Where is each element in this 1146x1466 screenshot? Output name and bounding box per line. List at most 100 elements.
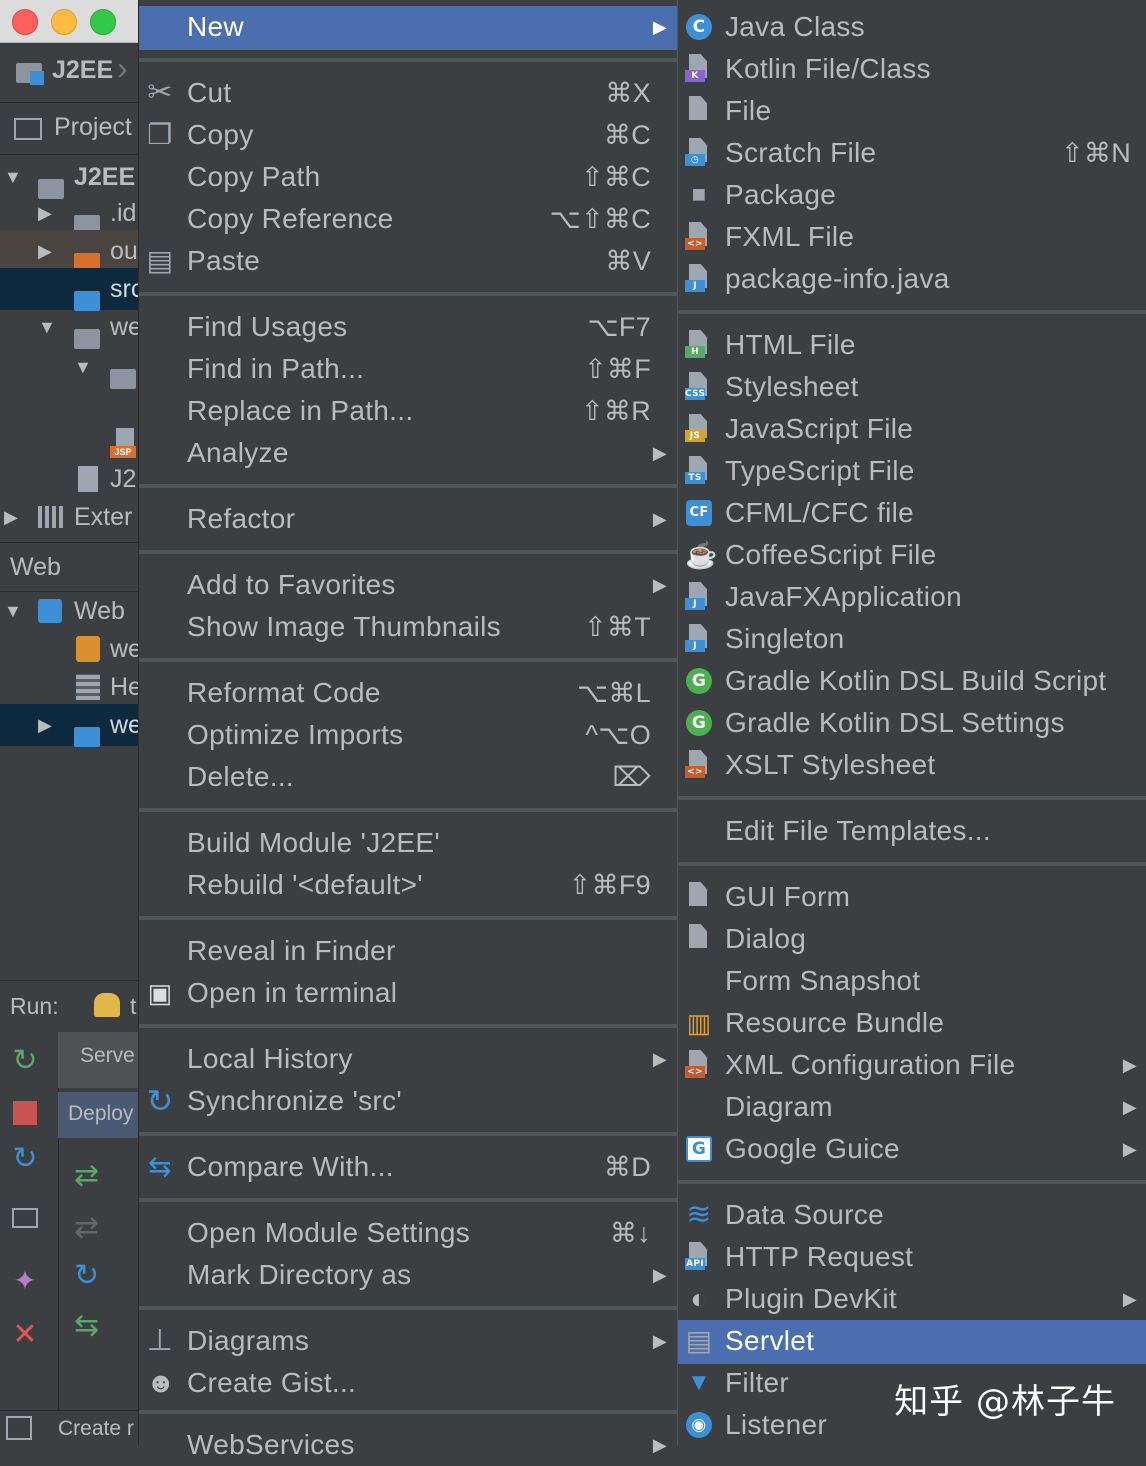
- menu-item-mark-directory-as[interactable]: Mark Directory as ▶: [139, 1254, 677, 1296]
- new-item-dialog[interactable]: Dialog: [678, 918, 1146, 960]
- close-window-button[interactable]: [12, 9, 38, 35]
- new-item-package[interactable]: ■ Package: [678, 174, 1146, 216]
- rerun-icon[interactable]: ↻: [8, 1044, 42, 1078]
- zoom-window-button[interactable]: [90, 9, 116, 35]
- menu-item-reveal-in-finder[interactable]: Reveal in Finder: [139, 930, 677, 972]
- shortcut-label: ⇧⌘N: [1060, 138, 1131, 168]
- new-item-diagram[interactable]: Diagram ▶: [678, 1086, 1146, 1128]
- css-file-icon: CSS: [685, 372, 709, 400]
- new-item-javafxapplication[interactable]: J JavaFXApplication: [678, 576, 1146, 618]
- new-item-file[interactable]: File: [678, 90, 1146, 132]
- layout-icon[interactable]: [8, 1202, 42, 1236]
- menu-item-find-in-path[interactable]: Find in Path... ⇧⌘F: [139, 348, 677, 390]
- servers-label: Serve: [80, 1044, 135, 1067]
- new-item-gradle-kotlin-dsl-build-script[interactable]: G Gradle Kotlin DSL Build Script: [678, 660, 1146, 702]
- new-item-package-info-java[interactable]: Jpackage-info.java: [678, 258, 1146, 300]
- new-item-fxml-file[interactable]: <> FXML File: [678, 216, 1146, 258]
- deploy-tab[interactable]: Deploy: [58, 1092, 140, 1138]
- web-tree-root[interactable]: ▼ Web: [0, 590, 140, 632]
- servers-tab[interactable]: Serve: [58, 1032, 140, 1088]
- tool-windows-icon[interactable]: [6, 1416, 32, 1440]
- new-item-html-file[interactable]: H HTML File: [678, 324, 1146, 366]
- menu-item-copy[interactable]: ❐ Copy ⌘C: [139, 114, 677, 156]
- new-item-http-request[interactable]: API HTTP Request: [678, 1236, 1146, 1278]
- new-item-xslt-stylesheet[interactable]: <> XSLT Stylesheet: [678, 744, 1146, 786]
- new-item-singleton[interactable]: J Singleton: [678, 618, 1146, 660]
- tree-node-web[interactable]: ▼ we: [0, 306, 140, 350]
- new-item-resource-bundle[interactable]: ▥ Resource Bundle: [678, 1002, 1146, 1044]
- web-tree-web-xml[interactable]: we: [0, 628, 140, 670]
- tree-node-idea[interactable]: ▶ .id: [0, 192, 140, 236]
- menu-item-add-to-favorites[interactable]: Add to Favorites ▶: [139, 564, 677, 606]
- new-item-stylesheet[interactable]: CSS Stylesheet: [678, 366, 1146, 408]
- shortcut-label: ^⌥O: [585, 720, 651, 750]
- deploy-icon[interactable]: ⇆: [74, 1308, 99, 1343]
- menu-item-find-usages[interactable]: Find Usages ⌥F7: [139, 306, 677, 348]
- menu-item-refactor[interactable]: Refactor ▶: [139, 498, 677, 540]
- menu-item-webservices[interactable]: WebServices ▶: [139, 1424, 677, 1466]
- new-item-typescript-file[interactable]: TS TypeScript File: [678, 450, 1146, 492]
- tree-node-src[interactable]: src: [0, 268, 140, 312]
- refresh-icon[interactable]: ↻: [74, 1258, 99, 1293]
- new-item-google-guice[interactable]: G Google Guice ▶: [678, 1128, 1146, 1170]
- new-item-plugin-devkit[interactable]: ◐ Plugin DevKit ▶: [678, 1278, 1146, 1320]
- tree-node-out[interactable]: ▶ ou: [0, 230, 140, 274]
- menu-item-show-image-thumbnails[interactable]: Show Image Thumbnails ⇧⌘T: [139, 606, 677, 648]
- stop-icon[interactable]: [8, 1096, 42, 1130]
- pin-icon[interactable]: ✦: [8, 1264, 42, 1298]
- new-item-coffeescript-file[interactable]: ☕ CoffeeScript File: [678, 534, 1146, 576]
- web-tree-servlet[interactable]: He: [0, 666, 140, 708]
- menu-item-analyze[interactable]: Analyze ▶: [139, 432, 677, 474]
- menu-item-paste[interactable]: ▤ Paste ⌘V: [139, 240, 677, 282]
- new-item-data-source[interactable]: ≋ Data Source: [678, 1194, 1146, 1236]
- menu-item-delete[interactable]: Delete... ⌦: [139, 756, 677, 798]
- new-item-kotlin-file-class[interactable]: K Kotlin File/Class: [678, 48, 1146, 90]
- new-item-javascript-file[interactable]: JS JavaScript File: [678, 408, 1146, 450]
- minimize-window-button[interactable]: [51, 9, 77, 35]
- menu-item-new[interactable]: New ▶: [139, 6, 677, 50]
- new-item-scratch-file[interactable]: ◷ Scratch File ⇧⌘N: [678, 132, 1146, 174]
- new-item-gradle-kotlin-dsl-settings[interactable]: G Gradle Kotlin DSL Settings: [678, 702, 1146, 744]
- menu-item-build-module-j2ee[interactable]: Build Module 'J2EE': [139, 822, 677, 864]
- menu-item-optimize-imports[interactable]: Optimize Imports ^⌥O: [139, 714, 677, 756]
- menu-item-create-gist[interactable]: ☻ Create Gist...: [139, 1362, 677, 1404]
- shortcut-label: ⌘↓: [609, 1218, 651, 1248]
- project-tab[interactable]: Project: [54, 113, 132, 142]
- menu-item-label: Gradle Kotlin DSL Build Script: [725, 665, 1107, 696]
- breadcrumb-project[interactable]: J2EE: [52, 56, 113, 85]
- menu-item-diagrams[interactable]: ⊥ Diagrams ▶: [139, 1320, 677, 1362]
- new-item-servlet[interactable]: ▤ Servlet: [678, 1320, 1146, 1364]
- jsp-file-icon[interactable]: JSP: [110, 428, 136, 458]
- new-item-cfml-cfc-file[interactable]: CF CFML/CFC file: [678, 492, 1146, 534]
- tree-node-web-inf[interactable]: ▼: [0, 346, 140, 390]
- new-item-form-snapshot[interactable]: Form Snapshot: [678, 960, 1146, 1002]
- new-item-xml-configuration-file[interactable]: <> XML Configuration File ▶: [678, 1044, 1146, 1086]
- tree-node-label: we: [110, 313, 140, 341]
- menu-item-copy-reference[interactable]: Copy Reference ⌥⇧⌘C: [139, 198, 677, 240]
- watermark: 知乎 @林子牛: [894, 1382, 1116, 1422]
- menu-item-replace-in-path[interactable]: Replace in Path... ⇧⌘R: [139, 390, 677, 432]
- menu-item-copy-path[interactable]: Copy Path ⇧⌘C: [139, 156, 677, 198]
- menu-item-open-in-terminal[interactable]: ▣ Open in terminal: [139, 972, 677, 1014]
- menu-item-cut[interactable]: ✂ Cut ⌘X: [139, 72, 677, 114]
- new-item-gui-form[interactable]: GUI Form: [678, 876, 1146, 918]
- menu-item-open-module-settings[interactable]: Open Module Settings ⌘↓: [139, 1212, 677, 1254]
- menu-item-reformat-code[interactable]: Reformat Code ⌥⌘L: [139, 672, 677, 714]
- web-tool-title[interactable]: Web: [10, 553, 61, 582]
- menu-item-compare-with[interactable]: ⇆ Compare With... ⌘D: [139, 1146, 677, 1188]
- new-item-java-class[interactable]: C Java Class: [678, 6, 1146, 48]
- tree-node-external-libraries[interactable]: ▶ Exter: [0, 496, 140, 538]
- web-tree-web-folder[interactable]: ▶ we: [0, 704, 140, 748]
- deploy-all-icon[interactable]: ⇄: [74, 1158, 99, 1193]
- run-config-tab[interactable]: t: [130, 993, 136, 1020]
- html-file-icon: H: [685, 330, 709, 358]
- menu-item-rebuild-default[interactable]: Rebuild '<default>' ⇧⌘F9: [139, 864, 677, 906]
- new-item-edit-file-templates[interactable]: Edit File Templates...: [678, 810, 1146, 852]
- tree-node-iml[interactable]: J2: [0, 458, 140, 500]
- menu-item-synchronize-src[interactable]: ↻ Synchronize 'src': [139, 1080, 677, 1122]
- close-icon[interactable]: ✕: [8, 1318, 42, 1352]
- submenu-arrow-icon: ▶: [652, 443, 667, 463]
- menu-item-local-history[interactable]: Local History ▶: [139, 1038, 677, 1080]
- update-icon[interactable]: ↻: [8, 1142, 42, 1176]
- undeploy-icon[interactable]: ⇄: [74, 1210, 99, 1245]
